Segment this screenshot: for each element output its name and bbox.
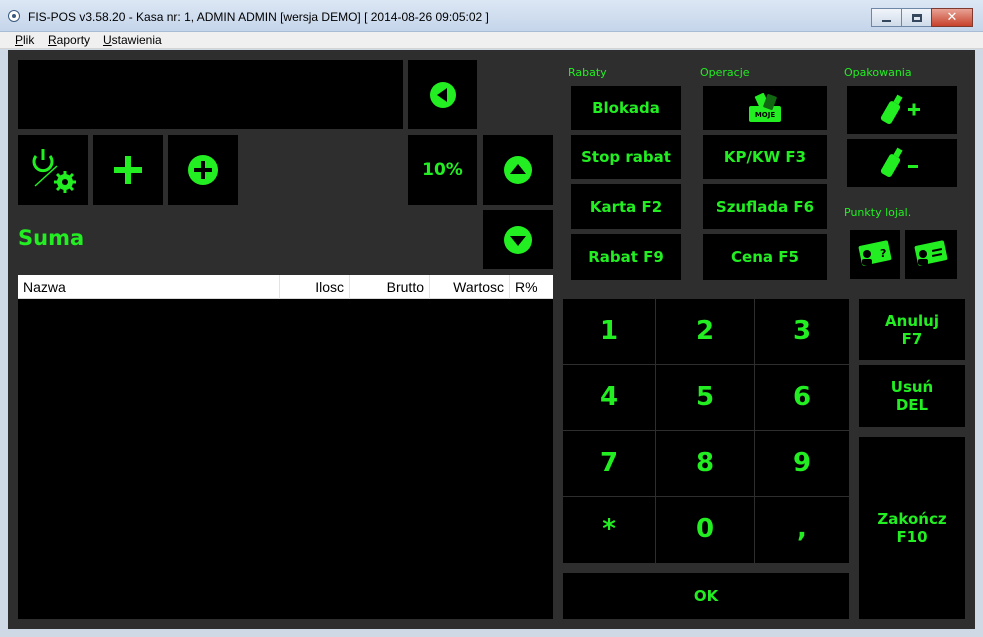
section-label-punkty: Punkty lojal. [844, 206, 912, 219]
packaging-remove-symbol: - [880, 145, 881, 146]
zakoncz-shortcut: F10 [896, 528, 928, 546]
column-header-ilosc[interactable]: Ilosc [280, 275, 350, 299]
menu-bar: Plik Raporty Ustawienia [0, 32, 983, 49]
add-item-button[interactable] [168, 135, 238, 205]
pos-main-panel: 10% Suma Nazwa Ilosc Brutto Wartosc R% R… [8, 50, 975, 629]
cena-button[interactable]: Cena F5 [703, 234, 827, 280]
packaging-add-symbol: + [880, 92, 881, 93]
scroll-down-button[interactable] [483, 210, 553, 269]
back-button[interactable] [408, 60, 477, 129]
maximize-button[interactable] [901, 8, 932, 27]
plus-circle-icon [188, 155, 218, 185]
power-gear-icon [32, 149, 76, 193]
section-label-opakowania: Opakowania [844, 66, 912, 79]
product-display [18, 60, 403, 129]
section-label-rabaty: Rabaty [568, 66, 607, 79]
column-header-nazwa[interactable]: Nazwa [18, 275, 280, 299]
keypad-3-button[interactable]: 3 [755, 299, 849, 364]
close-button[interactable]: ✕ [931, 8, 973, 27]
moje-logo-text: MOJE [755, 111, 776, 119]
bottle-minus-icon: - [880, 145, 918, 178]
keypad-8-button[interactable]: 8 [656, 431, 754, 496]
usun-label: Usuń [890, 378, 934, 396]
usun-shortcut: DEL [895, 396, 929, 414]
receipt-table: Nazwa Ilosc Brutto Wartosc R% [18, 275, 553, 619]
column-header-brutto[interactable]: Brutto [350, 275, 430, 299]
keypad-6-button[interactable]: 6 [755, 365, 849, 430]
menu-raporty[interactable]: Raporty [48, 33, 90, 47]
keypad-5-button[interactable]: 5 [656, 365, 754, 430]
szuflada-button[interactable]: Szuflada F6 [703, 184, 827, 229]
section-label-operacje: Operacje [700, 66, 750, 79]
power-settings-button[interactable] [18, 135, 88, 205]
minimize-button[interactable] [871, 8, 902, 27]
back-arrow-icon [429, 81, 456, 108]
scroll-up-button[interactable] [483, 135, 553, 205]
blokada-button[interactable]: Blokada [571, 86, 681, 130]
loyalty-points-check-button[interactable]: ? [850, 230, 900, 279]
loyalty-card-icon [914, 239, 948, 266]
packaging-add-button[interactable]: + [847, 86, 957, 134]
anuluj-shortcut: F7 [901, 329, 923, 348]
keypad-7-button[interactable]: 7 [563, 431, 655, 496]
keypad-9-button[interactable]: 9 [755, 431, 849, 496]
table-header: Nazwa Ilosc Brutto Wartosc R% [18, 275, 553, 299]
sum-label: Suma [18, 226, 85, 250]
add-button[interactable] [93, 135, 163, 205]
keypad-2-button[interactable]: 2 [656, 299, 754, 364]
column-header-rabat[interactable]: R% [510, 275, 553, 299]
loyalty-logo-button[interactable]: MOJE [703, 86, 827, 130]
loyalty-card-question-icon: ? [858, 239, 892, 266]
window-controls: ✕ [871, 8, 973, 27]
app-icon [8, 10, 20, 22]
usun-button[interactable]: Usuń DEL [859, 365, 965, 427]
ok-button[interactable]: OK [563, 573, 849, 619]
zakoncz-label: Zakończ [877, 510, 947, 528]
title-bar: FIS-POS v3.58.20 - Kasa nr: 1, ADMIN ADM… [0, 0, 983, 32]
keypad-1-button[interactable]: 1 [563, 299, 655, 364]
up-arrow-icon [504, 156, 532, 184]
discount-percent-button[interactable]: 10% [408, 135, 477, 205]
plus-icon [114, 156, 142, 184]
close-icon: ✕ [946, 10, 958, 25]
moje-logo-icon: MOJE [749, 92, 781, 122]
keypad-star-button[interactable]: * [563, 497, 655, 563]
kp-kw-button[interactable]: KP/KW F3 [703, 135, 827, 179]
loyalty-points-card-button[interactable] [905, 230, 957, 279]
packaging-remove-button[interactable]: - [847, 139, 957, 187]
column-header-wartosc[interactable]: Wartosc [430, 275, 510, 299]
karta-button[interactable]: Karta F2 [571, 184, 681, 229]
keypad-comma-button[interactable]: , [755, 497, 849, 563]
anuluj-button[interactable]: Anuluj F7 [859, 299, 965, 360]
menu-plik[interactable]: Plik [15, 33, 34, 47]
svg-text:?: ? [880, 247, 886, 260]
bottle-plus-icon: + [880, 92, 920, 125]
window-title: FIS-POS v3.58.20 - Kasa nr: 1, ADMIN ADM… [28, 10, 489, 24]
rabat-button[interactable]: Rabat F9 [571, 234, 681, 280]
keypad-4-button[interactable]: 4 [563, 365, 655, 430]
keypad-0-button[interactable]: 0 [656, 497, 754, 563]
minimize-icon [882, 19, 891, 22]
maximize-icon [911, 13, 922, 22]
menu-ustawienia[interactable]: Ustawienia [103, 33, 162, 47]
zakoncz-button[interactable]: Zakończ F10 [859, 437, 965, 619]
anuluj-label: Anuluj [885, 311, 939, 330]
down-arrow-icon [504, 225, 532, 254]
stop-rabat-button[interactable]: Stop rabat [571, 135, 681, 179]
